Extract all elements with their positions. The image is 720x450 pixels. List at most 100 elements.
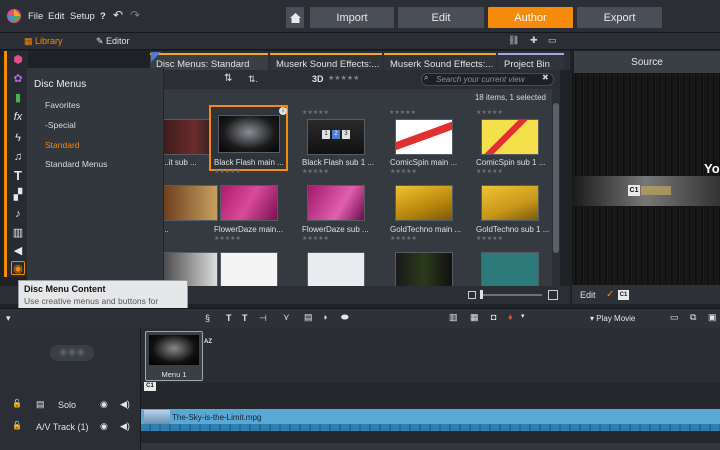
view-3d-toggle[interactable]: 3D	[312, 74, 324, 84]
search-input[interactable]: Search your current view	[421, 73, 554, 86]
flyout-item-standard-menus[interactable]: Standard Menus	[45, 159, 107, 169]
more-icon[interactable]: ▣	[708, 312, 717, 323]
pin-icon[interactable]: ✚	[530, 35, 538, 46]
marker-icon[interactable]: ♦	[508, 312, 513, 322]
redo-icon[interactable]: ↷	[130, 8, 140, 22]
home-button[interactable]	[286, 7, 304, 28]
thumb-size-slider[interactable]	[480, 294, 542, 296]
thumb-comicspin-main[interactable]	[395, 119, 453, 155]
timeline-chapter[interactable]: C1	[144, 382, 156, 391]
camera-icon[interactable]: ◘	[491, 312, 496, 322]
lock-icon[interactable]: 🔓	[12, 421, 22, 430]
large-size-icon[interactable]	[548, 290, 558, 300]
thumb-goldtechno-main[interactable]	[395, 185, 453, 221]
thumb-row3-3[interactable]	[395, 252, 453, 288]
thumb-row3-1[interactable]	[220, 252, 278, 288]
tab-muserk-2[interactable]: Muserk Sound Effects:...	[384, 53, 496, 70]
title-3d-icon[interactable]: T	[242, 313, 248, 323]
rating-stars[interactable]: ★★★★★	[302, 109, 329, 116]
motion-icon[interactable]: ⋎	[283, 312, 290, 323]
film-icon[interactable]: ▥	[11, 226, 25, 240]
help-icon[interactable]: ?	[100, 11, 106, 22]
fullscreen-icon[interactable]: ⧉	[690, 312, 696, 323]
filter-icon[interactable]: ⇅	[224, 73, 232, 84]
menu-clip[interactable]: Menu 1	[145, 331, 203, 381]
menu-setup[interactable]: Setup	[70, 11, 95, 22]
layout-icon[interactable]: ▭	[548, 35, 557, 46]
tab-project-bin[interactable]: Project Bin	[498, 53, 564, 70]
author-button[interactable]: Author	[488, 7, 573, 28]
rating-stars[interactable]: ★★★★★	[302, 168, 329, 175]
speaker-icon[interactable]: ◀)	[120, 421, 130, 432]
thumb-row3-4[interactable]	[481, 252, 539, 288]
collections-icon[interactable]: ✿	[11, 72, 25, 86]
clear-search-icon[interactable]: ✖	[542, 73, 549, 82]
menu-file[interactable]: File	[28, 11, 43, 22]
rating-stars[interactable]: ★★★★★	[214, 235, 241, 242]
video-icon[interactable]: ▮	[11, 91, 25, 105]
transitions-icon[interactable]: ϟ	[11, 131, 25, 145]
rating-stars[interactable]: ★★★★★	[214, 168, 241, 175]
eye-icon[interactable]: ◉	[100, 399, 108, 410]
flyout-item-favorites[interactable]: Favorites	[45, 100, 80, 110]
chapter-marker[interactable]: C1	[628, 185, 640, 196]
audio-icon[interactable]: ◀	[11, 244, 25, 258]
rating-stars[interactable]: ★★★★★	[390, 235, 417, 242]
chapter-badge[interactable]: C1	[618, 290, 629, 300]
thumb-partial-2[interactable]	[160, 185, 218, 221]
slider-handle[interactable]	[480, 290, 483, 299]
music-icon[interactable]: ♫	[11, 150, 25, 164]
undo-icon[interactable]: ↶	[113, 8, 123, 22]
delete-icon[interactable]: ▥	[449, 312, 458, 323]
menu-track[interactable]	[141, 328, 720, 383]
disc-menu-icon[interactable]: ◉	[11, 261, 25, 275]
lock-icon[interactable]: 🔓	[12, 399, 22, 408]
play-movie-dropdown[interactable]: ▾ Play Movie	[590, 314, 635, 323]
title-icon[interactable]: T	[226, 313, 232, 323]
thumb-black-flash-sub[interactable]: 1 2 3	[307, 119, 365, 155]
calendar-icon[interactable]: ▦	[470, 312, 479, 323]
snapshot-icon[interactable]: ⊣	[259, 313, 267, 324]
small-size-icon[interactable]	[468, 291, 476, 299]
rating-stars[interactable]: ★★★★★	[389, 109, 416, 116]
titles-icon[interactable]: T	[11, 169, 25, 183]
source-edit-button[interactable]: Edit	[580, 290, 596, 300]
library-tab[interactable]: ▦ Library	[24, 36, 63, 47]
speed-icon[interactable]: ⬬	[341, 312, 349, 323]
tab-disc-menus[interactable]: Disc Menus: Standard	[150, 53, 268, 70]
multicam-icon[interactable]: ▤	[304, 312, 313, 323]
rating-stars[interactable]: ★★★★★	[302, 235, 329, 242]
grid-scroll-thumb[interactable]	[553, 103, 559, 253]
thumb-comicspin-sub[interactable]	[481, 119, 539, 155]
solo-track-icon[interactable]: ▤	[36, 399, 45, 410]
razor-icon[interactable]: §	[205, 313, 210, 323]
menu-edit[interactable]: Edit	[48, 11, 64, 22]
monitor-icon[interactable]: ▭	[670, 312, 679, 323]
thumb-row3-2[interactable]	[307, 252, 365, 288]
eye-icon[interactable]: ◉	[100, 421, 108, 432]
marker-dropdown-icon[interactable]: ▾	[521, 312, 525, 320]
rating-stars[interactable]: ★★★★★	[476, 109, 503, 116]
rating-stars[interactable]: ★★★★★	[390, 168, 417, 175]
color-icon[interactable]: ◑	[322, 312, 327, 322]
rating-filter[interactable]: ★★★★★	[328, 74, 359, 82]
speaker-icon[interactable]: ◀)	[120, 399, 130, 410]
export-button[interactable]: Export	[577, 7, 662, 28]
sound-effects-icon[interactable]: ♪	[11, 207, 25, 221]
link-icon[interactable]: ⛓	[508, 35, 519, 46]
rating-stars[interactable]: ★★★★★	[476, 168, 503, 175]
montage-icon[interactable]: ▞	[11, 188, 25, 202]
import-button[interactable]: Import	[310, 7, 394, 28]
project-bin-icon[interactable]: ⬢	[11, 53, 25, 67]
info-icon[interactable]: i	[279, 107, 287, 115]
effects-icon[interactable]: fx	[11, 110, 25, 124]
timeline-scroll[interactable]	[141, 443, 720, 450]
thumb-flowerdaze-sub[interactable]	[307, 185, 365, 221]
edit-button[interactable]: Edit	[398, 7, 484, 28]
flyout-item-standard[interactable]: Standard	[45, 140, 80, 150]
tab-muserk-1[interactable]: Muserk Sound Effects:...	[270, 53, 382, 70]
sort-icon[interactable]: ⇅.	[248, 74, 258, 85]
timeline-settings-icon[interactable]: ▾	[6, 313, 11, 324]
thumb-black-flash-main[interactable]	[218, 115, 280, 153]
rating-stars[interactable]: ★★★★★	[476, 235, 503, 242]
